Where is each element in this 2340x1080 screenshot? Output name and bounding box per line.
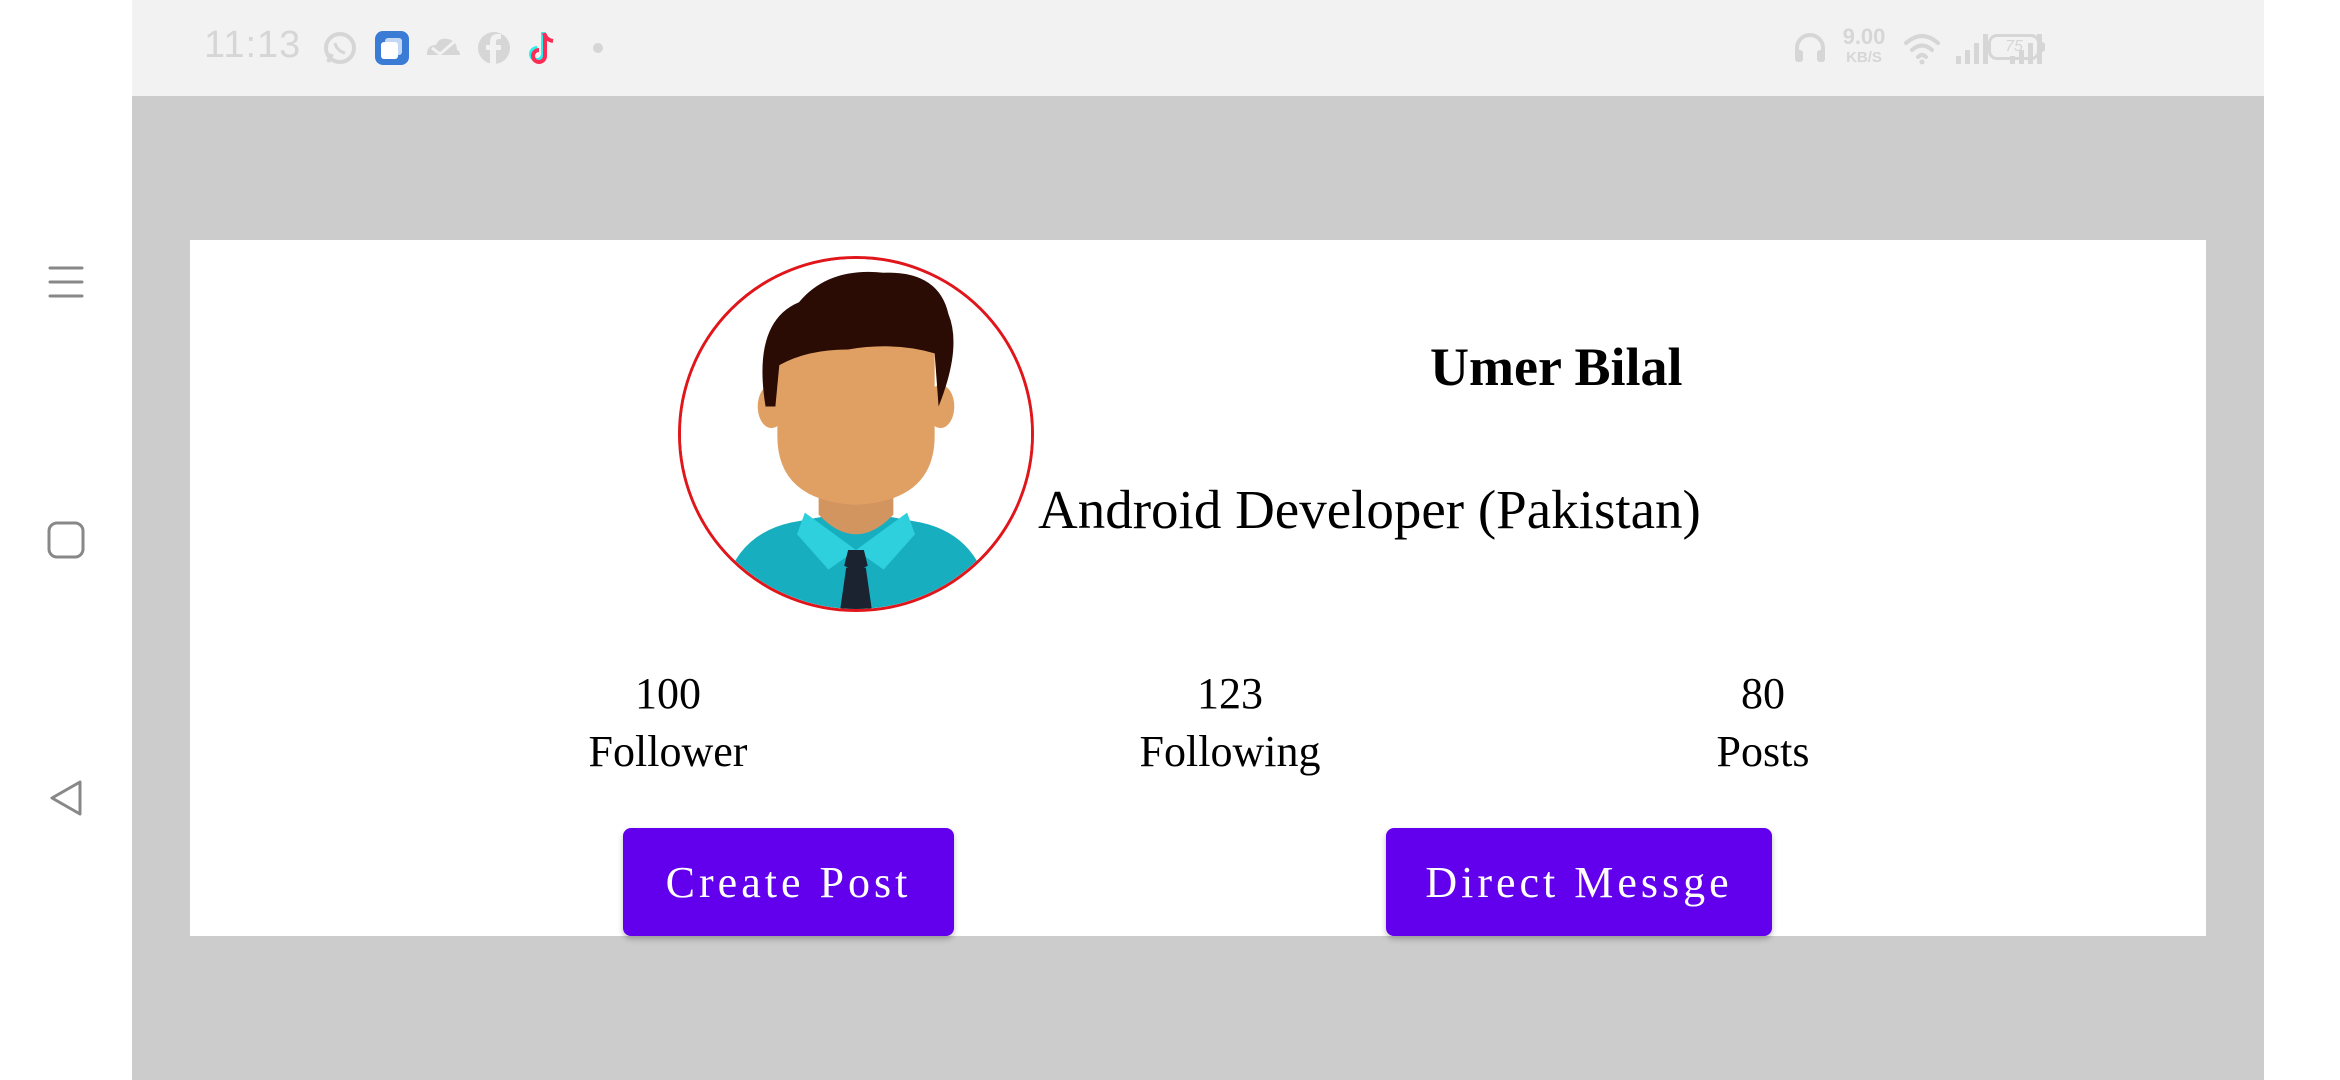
multitask-app-icon — [372, 28, 412, 68]
dot-icon — [578, 28, 618, 68]
status-bar: 11:13 9.00 KB/S 75 — [132, 0, 2264, 96]
followers-count: 100 — [635, 669, 701, 718]
battery-tip — [2040, 42, 2045, 52]
profile-name: Umer Bilal — [1430, 337, 1683, 397]
network-speed-unit: KB/S — [1846, 49, 1882, 66]
headphones-icon — [1790, 28, 1830, 68]
facebook-icon — [474, 28, 514, 68]
profile-card: Umer Bilal Android Developer (Pakistan) … — [190, 240, 2206, 936]
back-triangle-icon[interactable] — [42, 774, 90, 822]
posts-count: 80 — [1741, 669, 1785, 718]
following-label: Following — [1139, 727, 1321, 776]
posts-label: Posts — [1716, 727, 1810, 776]
tiktok-icon — [524, 28, 564, 68]
status-time: 11:13 — [204, 24, 302, 66]
cloud-app-icon — [422, 28, 462, 68]
network-speed-value: 9.00 — [1842, 24, 1886, 49]
stat-followers[interactable]: 100 Follower — [518, 668, 818, 778]
create-post-button[interactable]: Create Post — [623, 828, 954, 936]
direct-message-button[interactable]: Direct Messge — [1386, 828, 1772, 936]
home-square-icon[interactable] — [42, 516, 90, 564]
wifi-icon — [1902, 28, 1942, 68]
stat-posts[interactable]: 80 Posts — [1613, 668, 1913, 778]
whatsapp-icon — [320, 28, 360, 68]
followers-label: Follower — [588, 727, 748, 776]
menu-icon[interactable] — [42, 258, 90, 306]
screen-edge — [2264, 0, 2340, 1080]
network-speed: 9.00 KB/S — [1836, 24, 1892, 66]
avatar-man-icon[interactable] — [678, 256, 1034, 612]
signal-1-icon — [1952, 28, 1992, 68]
battery-icon: 75 — [1988, 34, 2040, 60]
navigation-bar — [0, 0, 132, 1080]
following-count: 123 — [1197, 669, 1263, 718]
profile-bio: Android Developer (Pakistan) — [1038, 479, 1701, 540]
stat-following[interactable]: 123 Following — [1080, 668, 1380, 778]
